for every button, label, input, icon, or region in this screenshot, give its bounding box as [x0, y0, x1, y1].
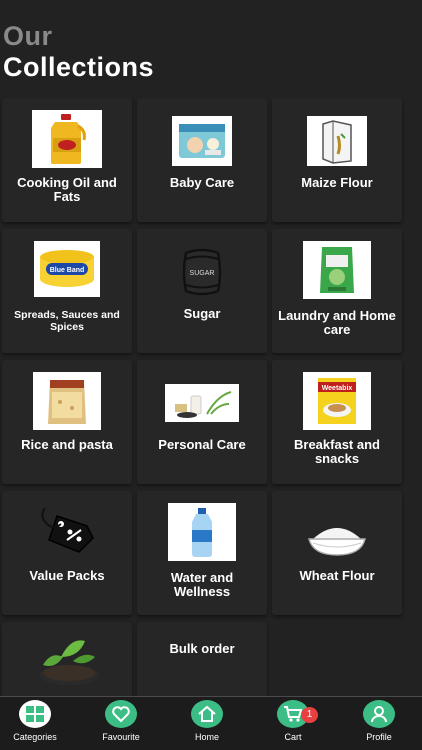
cereal-box-icon: Weetabix — [303, 372, 371, 430]
nav-categories[interactable]: Categories — [0, 700, 71, 748]
nav-favourite[interactable]: Favourite — [85, 700, 157, 748]
flour-bowl-icon — [305, 517, 369, 561]
nav-home[interactable]: Home — [171, 700, 243, 748]
category-grid: Cooking Oil and Fats Baby Care Maize Flo… — [2, 98, 406, 746]
category-wheat-flour[interactable]: Wheat Flour — [272, 491, 402, 615]
category-label: Bulk order — [169, 641, 235, 656]
detergent-bag-icon — [303, 241, 371, 299]
grid-icon — [19, 700, 51, 728]
category-label: Wheat Flour — [299, 568, 375, 583]
nav-label: Favourite — [102, 732, 140, 742]
category-sugar[interactable]: SUGAR Sugar — [137, 229, 267, 353]
page-header: Our Collections — [3, 20, 154, 82]
category-label: Spreads, Sauces and Spices — [14, 309, 120, 333]
category-label: Personal Care — [158, 437, 246, 452]
category-cooking-oil[interactable]: Cooking Oil and Fats — [2, 98, 132, 222]
category-label: Laundry and Home care — [278, 308, 396, 337]
diaper-pack-icon — [172, 116, 232, 166]
nav-profile[interactable]: Profile — [343, 700, 415, 748]
flour-bag-icon — [307, 116, 367, 166]
category-label: Baby Care — [169, 175, 235, 190]
nav-cart[interactable]: 1 Cart — [257, 700, 329, 748]
spread-tub-icon: Blue Band — [34, 241, 100, 297]
category-label: Maize Flour — [301, 175, 373, 190]
user-icon — [363, 700, 395, 728]
page-title-line1: Our — [3, 21, 53, 51]
category-label: Cooking Oil and Fats — [17, 175, 117, 204]
heart-icon — [105, 700, 137, 728]
water-bottle-icon — [168, 503, 236, 561]
discount-tag-icon — [36, 501, 98, 557]
category-laundry-home-care[interactable]: Laundry and Home care — [272, 229, 402, 353]
product-label-text: SUGAR — [190, 270, 215, 277]
category-spreads-sauces-spices[interactable]: Blue Band Spreads, Sauces and Spices — [2, 229, 132, 353]
category-value-packs[interactable]: Value Packs — [2, 491, 132, 615]
tea-leaves-icon — [32, 630, 102, 688]
nav-label: Categories — [13, 732, 57, 742]
spa-products-icon — [165, 384, 239, 422]
bottom-nav: Categories Favourite Home 1 Cart Profile — [0, 696, 422, 750]
cooking-oil-bottle-icon — [32, 110, 102, 168]
category-baby-care[interactable]: Baby Care — [137, 98, 267, 222]
product-brand-text: Blue Band — [50, 267, 85, 274]
category-label: Value Packs — [29, 568, 105, 583]
category-personal-care[interactable]: Personal Care — [137, 360, 267, 484]
category-maize-flour[interactable]: Maize Flour — [272, 98, 402, 222]
cart-count-badge: 1 — [301, 707, 318, 723]
category-label: Water and Wellness — [170, 570, 234, 599]
nav-label: Home — [194, 732, 219, 742]
category-label: Rice and pasta — [21, 437, 113, 452]
page-title: Collections — [3, 52, 155, 82]
product-brand-text: Weetabix — [322, 385, 353, 392]
nav-label: Cart — [284, 732, 302, 742]
category-breakfast-snacks[interactable]: Weetabix Breakfast and snacks — [272, 360, 402, 484]
category-label: Sugar — [183, 306, 221, 321]
rice-bag-icon — [33, 372, 101, 430]
nav-label: Profile — [366, 732, 392, 742]
cart-icon: 1 — [277, 700, 318, 728]
home-icon — [191, 700, 223, 728]
sugar-bag-icon: SUGAR — [177, 245, 227, 299]
category-water-wellness[interactable]: Water and Wellness — [137, 491, 267, 615]
category-rice-pasta[interactable]: Rice and pasta — [2, 360, 132, 484]
category-label: Breakfast and snacks — [294, 437, 380, 466]
